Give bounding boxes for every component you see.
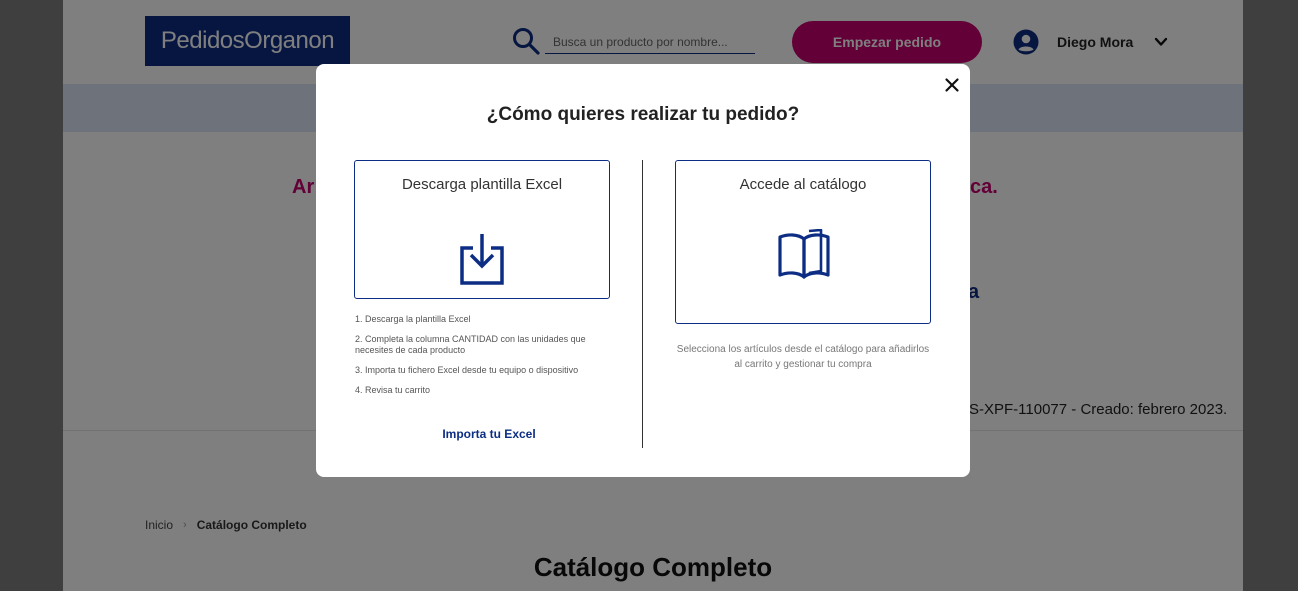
list-item: 3. Importa tu fichero Excel desde tu equ… bbox=[355, 365, 579, 375]
list-item: 2. Completa la columna CANTIDAD con las … bbox=[355, 334, 586, 355]
list-item: 1. Descarga la plantilla Excel bbox=[355, 314, 471, 324]
download-icon bbox=[460, 234, 504, 285]
download-excel-option[interactable]: Descarga plantilla Excel bbox=[354, 160, 610, 299]
order-method-modal: ¿Cómo quieres realizar tu pedido? Descar… bbox=[316, 64, 970, 477]
options-divider bbox=[642, 160, 643, 448]
import-excel-link[interactable]: Importa tu Excel bbox=[354, 427, 624, 441]
modal-title: ¿Cómo quieres realizar tu pedido? bbox=[486, 104, 800, 125]
catalog-label: Accede al catálogo bbox=[739, 176, 867, 193]
excel-steps-list: 1. Descarga la plantilla Excel 2. Comple… bbox=[355, 314, 615, 405]
catalog-option[interactable]: Accede al catálogo bbox=[675, 160, 931, 324]
download-excel-label: Descarga plantilla Excel bbox=[401, 176, 563, 193]
list-item: 4. Revisa tu carrito bbox=[355, 385, 431, 395]
catalog-description: Selecciona los artículos desde el catálo… bbox=[676, 344, 930, 370]
book-icon bbox=[778, 229, 830, 279]
close-button[interactable] bbox=[942, 75, 962, 95]
close-icon bbox=[945, 78, 959, 92]
